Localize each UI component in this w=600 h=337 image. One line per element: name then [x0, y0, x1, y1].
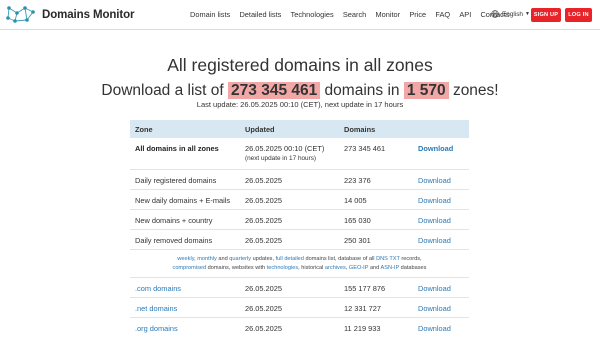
zone-cell: Daily registered domains	[135, 176, 217, 185]
monthly-link[interactable]: monthly	[197, 256, 217, 262]
nav-monitor[interactable]: Monitor	[375, 10, 400, 19]
download-link[interactable]: Download	[418, 216, 451, 225]
zone-link[interactable]: .org domains	[135, 324, 178, 333]
updated-cell: 26.05.2025	[245, 216, 282, 225]
zone-cell: All domains in all zones	[135, 144, 219, 153]
weekly-link[interactable]: weekly	[177, 256, 194, 262]
compromised-link[interactable]: compromised	[173, 265, 207, 271]
domains-cell: 155 177 876	[344, 284, 386, 293]
domains-cell: 11 219 933	[344, 324, 381, 333]
brand-name: Domains Monitor	[42, 9, 135, 21]
caret-down-icon: ▼	[524, 11, 530, 17]
domains-table: Zone Updated Domains All domains in all …	[130, 120, 469, 337]
download-summary: Download a list of 273 345 461 domains i…	[101, 82, 499, 99]
table-row: Daily removed domains 26.05.2025 250 301…	[130, 230, 469, 250]
zone-cell: New daily domains + E-mails	[135, 196, 231, 205]
globe-icon	[491, 10, 499, 18]
table-row: New daily domains + E-mails 26.05.2025 1…	[130, 190, 469, 210]
table-header: Zone Updated Domains	[130, 120, 469, 138]
zone-cell: Daily removed domains	[135, 236, 213, 245]
nav-search[interactable]: Search	[343, 10, 366, 19]
zones-count: 1 570	[403, 82, 449, 99]
more-lists-info: weekly, monthly and quarterly updates, f…	[130, 250, 469, 278]
domains-cell: 250 301	[344, 236, 371, 245]
dns-txt-link[interactable]: DNS TXT	[376, 256, 400, 262]
table-row: .org domains 26.05.2025 11 219 933 Downl…	[130, 318, 469, 337]
download-all-link[interactable]: Download	[418, 144, 453, 153]
nav-price[interactable]: Price	[409, 10, 426, 19]
next-update: (next update in 17 hours)	[245, 155, 317, 162]
nav-detailed-lists[interactable]: Detailed lists	[239, 10, 281, 19]
domains-count: 273 345 461	[228, 82, 321, 99]
site-header: Domains Monitor Domain lists Detailed li…	[0, 0, 600, 30]
updated-cell: 26.05.2025	[245, 236, 282, 245]
updated-cell: 26.05.2025	[245, 324, 282, 333]
download-link[interactable]: Download	[418, 176, 451, 185]
full-detailed-link[interactable]: full detailed	[276, 256, 304, 262]
signup-button[interactable]: SIGN UP	[531, 8, 561, 22]
asnip-link[interactable]: ASN-IP	[381, 265, 400, 271]
language-label: English	[502, 10, 523, 18]
download-link[interactable]: Download	[418, 196, 451, 205]
table-row: Daily registered domains 26.05.2025 223 …	[130, 170, 469, 190]
last-update: Last update: 26.05.2025 00:10 (CET), nex…	[196, 100, 404, 109]
header-zone: Zone	[135, 124, 153, 134]
updated-cell: 26.05.2025	[245, 196, 282, 205]
domains-cell: 223 376	[344, 176, 371, 185]
technologies-link[interactable]: technologies	[267, 265, 298, 271]
quarterly-link[interactable]: quarterly	[229, 256, 251, 262]
network-logo-icon	[6, 6, 35, 23]
login-button[interactable]: LOG IN	[565, 8, 592, 22]
domains-cell: 12 331 727	[344, 304, 381, 313]
updated-cell: 26.05.2025	[245, 304, 282, 313]
table-row: .com domains 26.05.2025 155 177 876 Down…	[130, 278, 469, 298]
nav-faq[interactable]: FAQ	[435, 10, 450, 19]
logo[interactable]: Domains Monitor	[5, 4, 135, 26]
main-nav: Domain lists Detailed lists Technologies…	[190, 10, 519, 19]
nav-domain-lists[interactable]: Domain lists	[190, 10, 230, 19]
domains-cell: 14 005	[344, 196, 367, 205]
archives-link[interactable]: archives	[325, 265, 346, 271]
updated-cell: 26.05.2025	[245, 176, 282, 185]
page-title: All registered domains in all zones	[167, 55, 433, 75]
header-updated: Updated	[245, 124, 275, 134]
header-domains: Domains	[344, 124, 376, 134]
download-link[interactable]: Download	[418, 324, 451, 333]
updated-cell: 26.05.2025	[245, 284, 282, 293]
nav-technologies[interactable]: Technologies	[291, 10, 334, 19]
zone-link[interactable]: .com domains	[135, 284, 181, 293]
table-row: .net domains 26.05.2025 12 331 727 Downl…	[130, 298, 469, 318]
download-link[interactable]: Download	[418, 284, 451, 293]
zone-link[interactable]: .net domains	[135, 304, 177, 313]
domains-cell: 273 345 461	[344, 144, 386, 153]
domains-cell: 165 030	[344, 216, 371, 225]
updated-cell: 26.05.2025 00:10 (CET) (next update in 1…	[245, 144, 325, 162]
table-row: New domains + country 26.05.2025 165 030…	[130, 210, 469, 230]
download-link[interactable]: Download	[418, 236, 451, 245]
zone-cell: New domains + country	[135, 216, 213, 225]
download-link[interactable]: Download	[418, 304, 451, 313]
nav-api[interactable]: API	[459, 10, 471, 19]
geoip-link[interactable]: GEO-IP	[349, 265, 368, 271]
table-row-all: All domains in all zones 26.05.2025 00:1…	[130, 138, 469, 170]
language-selector[interactable]: English ▼	[491, 10, 530, 18]
